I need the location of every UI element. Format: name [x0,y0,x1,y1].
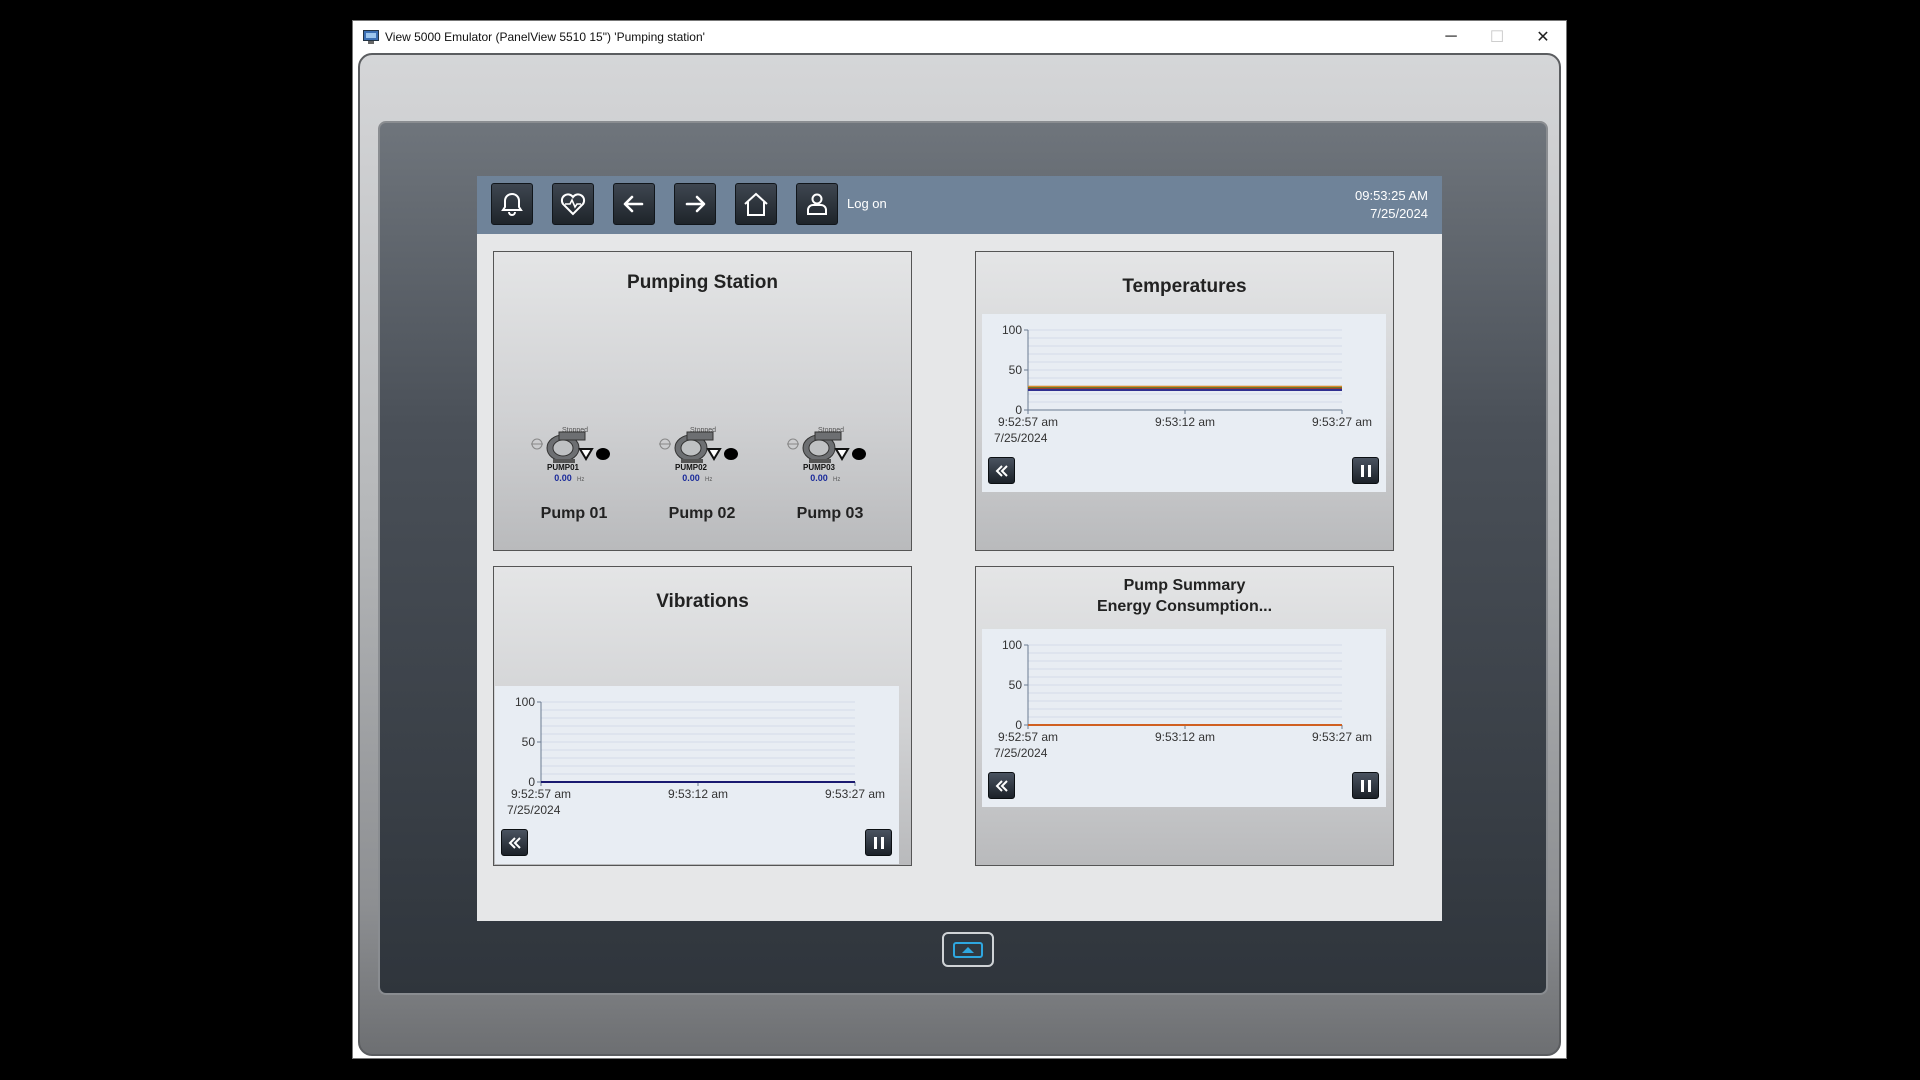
energy-trend[interactable]: 100 50 0 9:52:57 am 9:53:12 am 9:53:27 am 7/25… [982,629,1386,807]
pump-tag: PUMP03 [803,463,836,472]
x-tick-label: 9:53:27 am [1312,730,1372,744]
temperatures-title: Temperatures [1122,276,1247,297]
x-tick-label: 9:53:12 am [1155,415,1215,429]
temperatures-plot: 1005009:52:57 am 9:53:12 am 9:53:27 am7/25… [994,323,1372,445]
y-tick-label: 100 [1002,638,1022,652]
pump-tag: PUMP02 [675,463,708,472]
emulator-window: View 5000 Emulator (PanelView 5510 15") … [352,20,1567,1059]
hmi-screen: Log on 09:53:25 AM 7/25/2024 Pumping Sta… [477,176,1442,921]
temperatures-trend[interactable]: 100 50 0 9:52:57 am 9:53:12 am 9:53:27 am 7/25… [982,314,1386,492]
pump-icon [787,431,866,463]
trend-rewind-button[interactable] [988,457,1015,484]
window-title: View 5000 Emulator (PanelView 5510 15") … [385,29,705,44]
pumping-station-title: Pumping Station [627,272,778,293]
rewind-icon [995,464,1008,477]
clock-date: 7/25/2024 [1370,206,1428,221]
pump-frequency: 0.00 [682,473,700,483]
trend-pause-button[interactable] [1352,772,1379,799]
x-start-date: 7/25/2024 [994,746,1048,760]
back-button[interactable] [613,183,655,225]
pump-symbol[interactable]: Stopped PUMP02 0.00 Hz [657,422,747,512]
pump-frequency-unit: Hz [833,477,840,483]
y-tick-label: 50 [1009,678,1023,692]
pump-icon [659,431,738,463]
pump-frequency-unit: Hz [577,477,584,483]
logon-label[interactable]: Log on [847,196,887,211]
home-icon [744,192,768,216]
y-tick-label: 50 [522,735,536,749]
pump-frequency: 0.00 [810,473,828,483]
pump-icon [531,431,610,463]
pause-icon [1360,464,1371,477]
pause-icon [873,836,884,849]
x-tick-label: 9:52:57 am [998,730,1058,744]
x-tick-label: 9:52:57 am [511,787,571,801]
app-icon [363,29,379,44]
pump-symbol[interactable]: Stopped PUMP03 0.00 Hz [785,422,875,512]
x-tick-label: 9:53:12 am [1155,730,1215,744]
clock-time: 09:53:25 AM [1355,188,1428,203]
alarms-button[interactable] [491,183,533,225]
pump-tag: PUMP01 [547,463,580,472]
pumping-station-panel[interactable]: Pumping Station Stopped PUMP01 0.00 Hz Pump … [493,251,912,551]
x-tick-label: 9:52:57 am [998,415,1058,429]
y-tick-label: 100 [1002,323,1022,337]
temperatures-panel[interactable]: Temperatures 100 50 0 9:52:57 am 9:53:12 am 9… [975,251,1394,551]
vibrations-plot: 1005009:52:57 am 9:53:12 am 9:53:27 am7/25… [507,695,885,817]
diagnostics-button[interactable] [552,183,594,225]
y-tick-label: 50 [1009,363,1023,377]
close-button[interactable]: ✕ [1520,21,1566,52]
back-arrow-icon [623,195,644,213]
minimize-button[interactable]: ─ [1428,21,1474,52]
user-icon [807,193,827,215]
trend-pause-button[interactable] [1352,457,1379,484]
x-start-date: 7/25/2024 [994,431,1048,445]
home-button[interactable] [735,183,777,225]
x-start-date: 7/25/2024 [507,803,561,817]
forward-button[interactable] [674,183,716,225]
pump-label: Pump 01 [540,505,608,522]
device-home-key[interactable] [942,932,994,967]
rewind-icon [508,836,521,849]
pause-icon [1360,779,1371,792]
vibrations-title: Vibrations [656,591,749,612]
vibrations-trend[interactable]: 100 50 0 9:52:57 am 9:53:12 am 9:53:27 am 7/25… [495,686,899,864]
y-tick-label: 100 [515,695,535,709]
trend-rewind-button[interactable] [988,772,1015,799]
logon-button[interactable] [796,183,838,225]
bell-icon [501,192,523,216]
pump-label: Pump 02 [668,505,736,522]
energy-title-line1: Pump Summary [1123,577,1246,594]
energy-panel[interactable]: Pump Summary Energy Consumption... 100 50… [975,566,1394,866]
x-tick-label: 9:53:27 am [825,787,885,801]
forward-arrow-icon [685,195,706,213]
heartbeat-icon [560,193,586,216]
rewind-icon [995,779,1008,792]
x-tick-label: 9:53:27 am [1312,415,1372,429]
vibrations-panel[interactable]: Vibrations 100 50 0 9:52:57 am 9:53:12 am 9:5… [493,566,912,866]
window-titlebar: View 5000 Emulator (PanelView 5510 15") … [353,21,1566,52]
x-tick-label: 9:53:12 am [668,787,728,801]
energy-plot: 1005009:52:57 am 9:53:12 am 9:53:27 am7/25… [994,638,1372,760]
energy-title-line2: Energy Consumption... [1096,598,1273,615]
pump-frequency-unit: Hz [705,477,712,483]
trend-pause-button[interactable] [865,829,892,856]
pump-symbol[interactable]: Stopped PUMP01 0.00 Hz [529,422,619,512]
maximize-button[interactable]: ☐ [1474,21,1520,52]
pump-label: Pump 03 [796,505,864,522]
hmi-navbar: Log on 09:53:25 AM 7/25/2024 [477,176,1442,234]
pump-frequency: 0.00 [554,473,572,483]
trend-rewind-button[interactable] [501,829,528,856]
